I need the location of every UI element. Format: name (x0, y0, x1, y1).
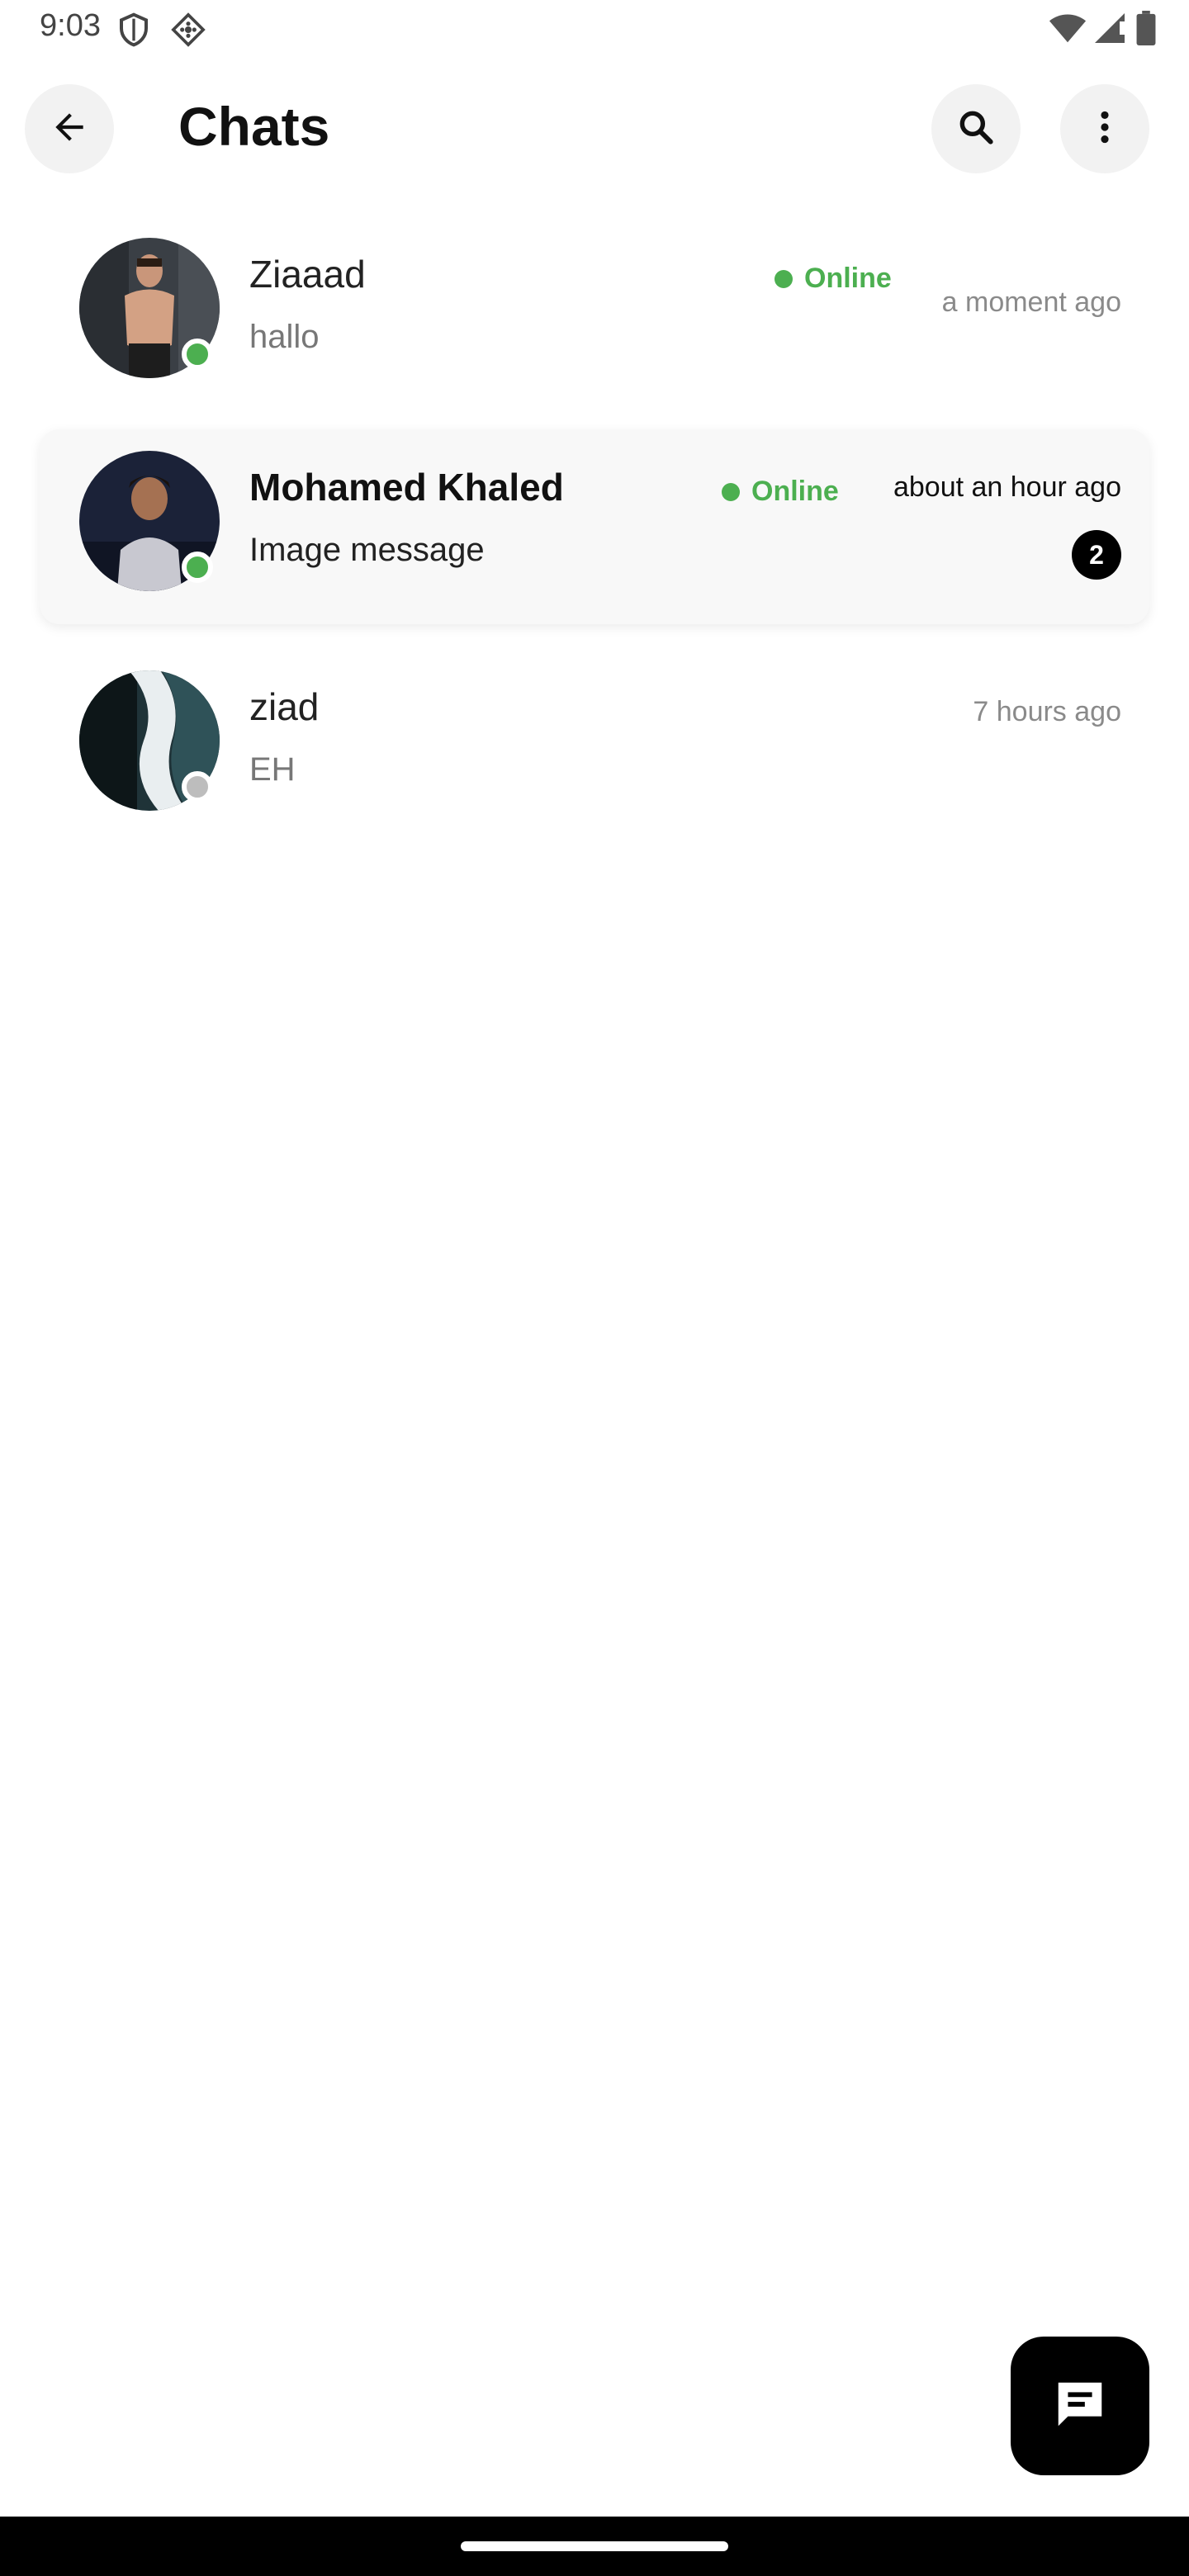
chat-name: Ziaaad (249, 253, 366, 296)
chat-time: about an hour ago (893, 471, 1121, 503)
presence-online-dot (182, 339, 213, 370)
chat-preview: hallo (249, 319, 320, 355)
online-indicator: Online (775, 263, 892, 295)
status-time: 9:03 (40, 8, 101, 43)
wifi-icon (1049, 12, 1087, 49)
battery-icon (1136, 10, 1156, 50)
vpn-diamond-icon (170, 12, 206, 48)
chat-preview: EH (249, 751, 296, 788)
chat-name: Mohamed Khaled (249, 466, 564, 509)
presence-offline-dot (182, 771, 213, 803)
chat-item-mohamed-khaled[interactable]: Mohamed Khaled Image message Online abou… (40, 429, 1149, 624)
online-label: Online (751, 476, 839, 507)
online-indicator: Online (722, 476, 839, 508)
online-label: Online (804, 263, 892, 294)
page-title: Chats (178, 96, 330, 157)
chat-time: a moment ago (941, 286, 1121, 318)
system-nav-bar (0, 2517, 1189, 2576)
online-dot (775, 269, 793, 288)
chat-time: 7 hours ago (973, 696, 1121, 727)
chat-item-ziad[interactable]: ziad EH 7 hours ago (40, 649, 1149, 844)
home-indicator[interactable] (461, 2541, 728, 2551)
chat-bubble-icon (1051, 2375, 1109, 2437)
presence-online-dot (182, 552, 213, 583)
status-icons (1049, 10, 1156, 50)
chat-preview: Image message (249, 532, 485, 568)
back-button[interactable] (25, 84, 114, 173)
arrow-back-icon (49, 107, 90, 152)
unread-badge: 2 (1072, 530, 1121, 580)
search-icon (955, 107, 997, 152)
new-chat-fab[interactable] (1011, 2337, 1149, 2475)
chat-item-ziaaad[interactable]: Ziaaad hallo Online a moment ago (40, 216, 1149, 411)
app-bar: Chats (0, 79, 1189, 177)
online-dot (722, 482, 740, 501)
more-vert-icon (1084, 107, 1125, 152)
search-button[interactable] (931, 84, 1021, 173)
status-bar: 9:03 (0, 0, 1189, 59)
chat-name: ziad (249, 685, 320, 728)
more-options-button[interactable] (1060, 84, 1149, 173)
signal-icon (1095, 12, 1128, 49)
shield-icon (117, 12, 150, 48)
